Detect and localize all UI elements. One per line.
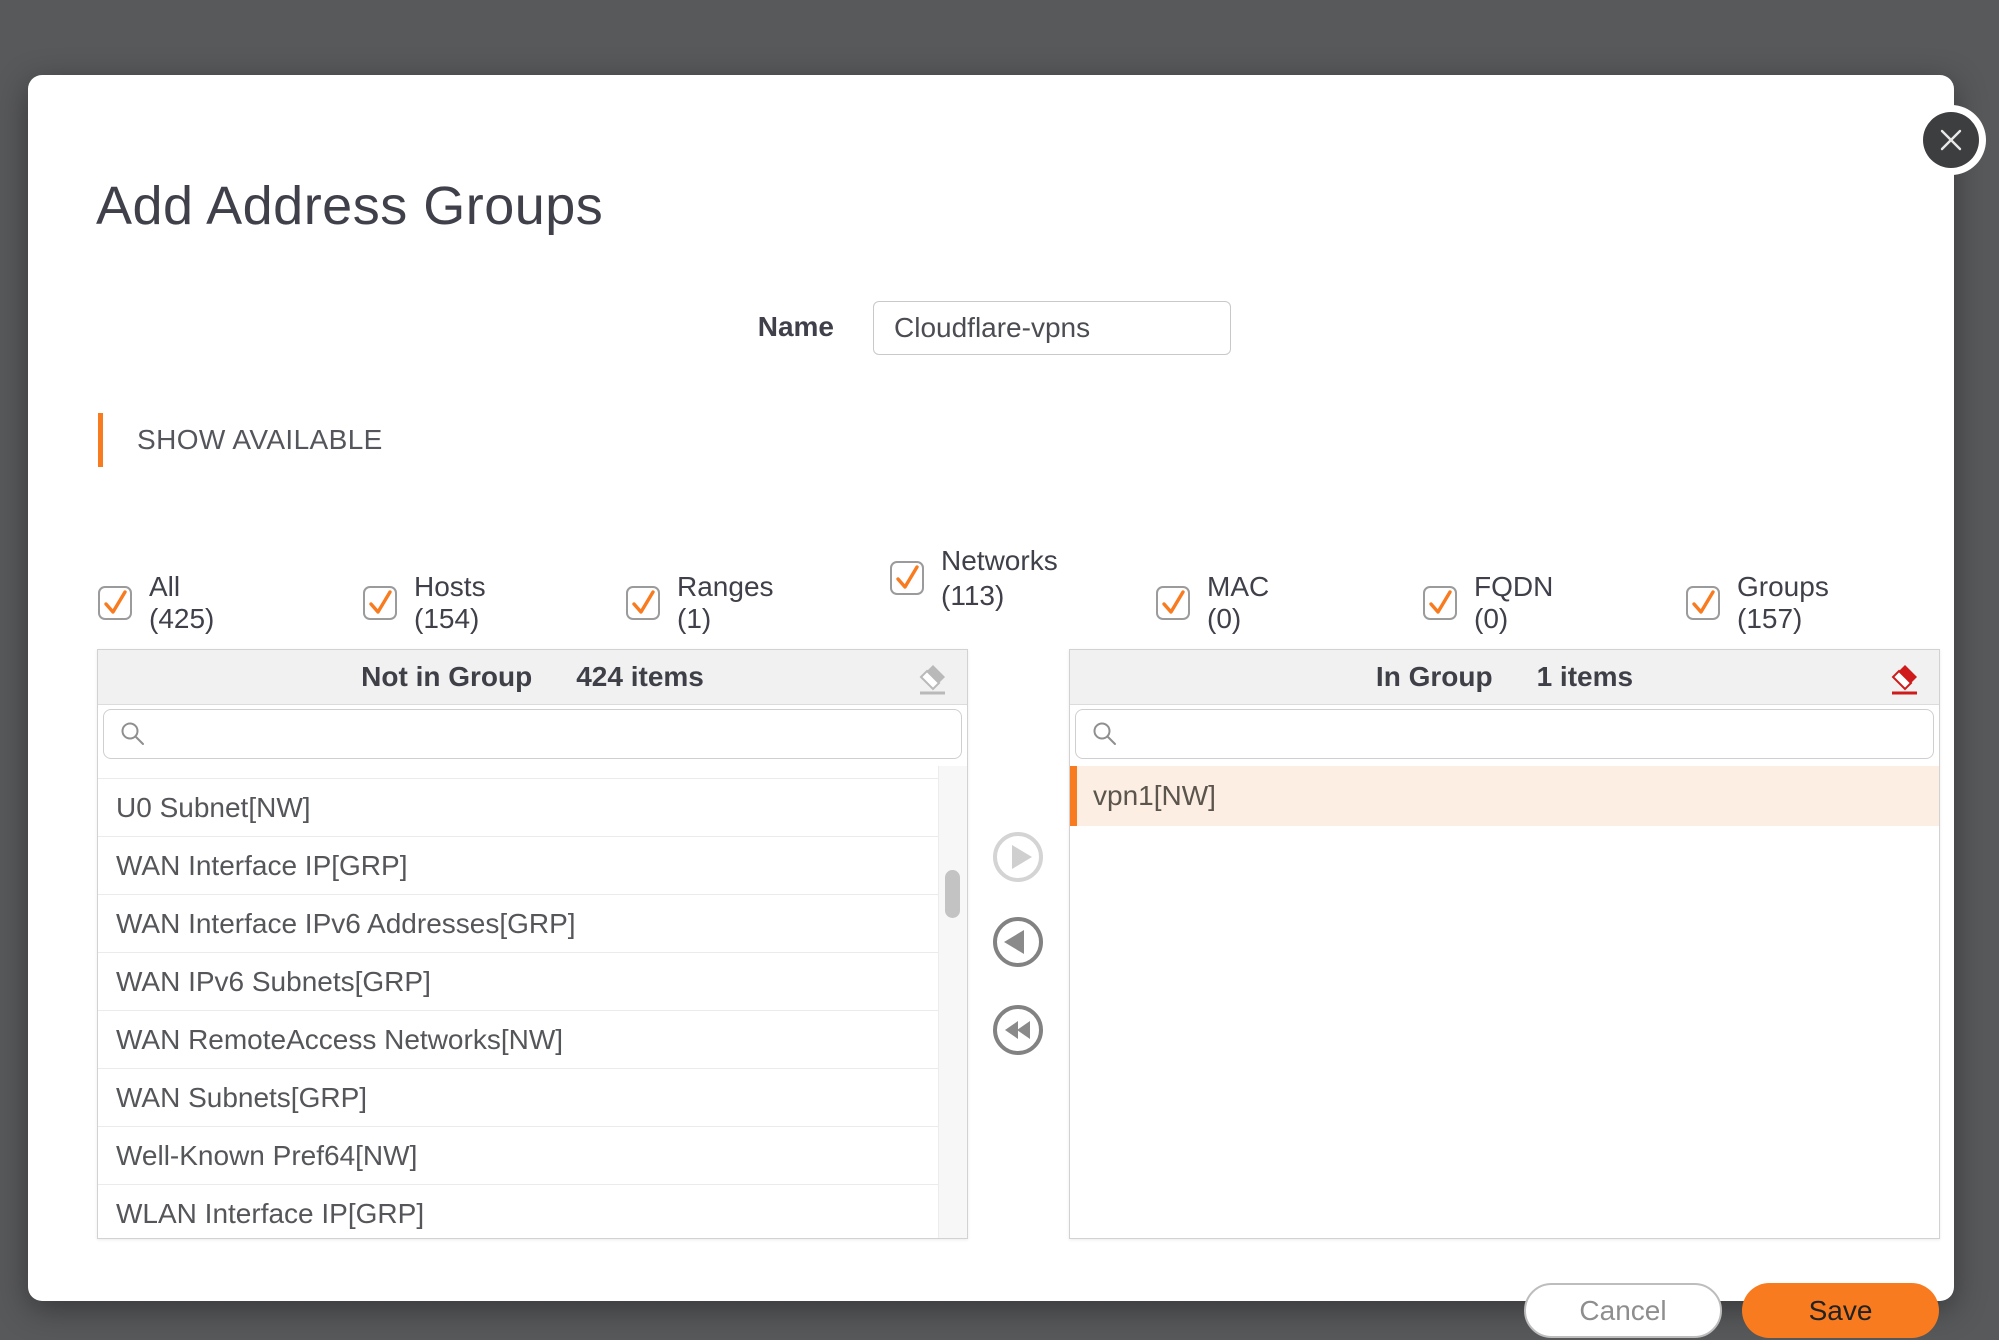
type-filter-checkbox-item: All (425) [98,571,214,635]
filter-label: All (425) [149,571,214,635]
in-group-header: In Group 1 items [1070,650,1939,705]
close-icon [1938,127,1964,153]
checkbox-checked[interactable] [1423,586,1457,620]
type-filter-checkbox-item: Networks (113) [890,543,1081,613]
list-item[interactable]: U0 Subnet[NW] [98,778,939,836]
clear-selection-button[interactable] [915,660,951,696]
move-left-button[interactable] [992,916,1044,968]
panel-title: Not in Group [361,661,532,693]
selected-list-item[interactable]: vpn1[NW] [1070,766,1939,826]
screen-overlay: Add Address Groups Name SHOW AVAILABLE A… [0,0,1999,1340]
name-field-label: Name [678,311,834,343]
checkbox-checked[interactable] [363,586,397,620]
close-button[interactable] [1923,112,1979,168]
checkbox-checked[interactable] [626,586,660,620]
in-group-list: vpn1[NW] [1070,766,1939,1238]
save-button[interactable]: Save [1742,1283,1939,1338]
filter-label: MAC (0) [1207,571,1269,635]
type-filter-checkbox-item: Ranges (1) [626,571,774,635]
not-in-group-searchbar [103,709,962,759]
arrow-right-icon [992,831,1044,883]
panel-title: In Group [1376,661,1493,693]
clear-group-button[interactable] [1887,660,1923,696]
type-filter-checkbox-item: MAC (0) [1156,571,1269,635]
move-right-button[interactable] [992,831,1044,883]
double-arrow-left-icon [992,1004,1044,1056]
type-filter-checkbox-item: FQDN (0) [1423,571,1553,635]
not-in-group-search-input[interactable] [148,710,961,758]
checkbox-checked[interactable] [98,586,132,620]
checkbox-checked[interactable] [890,561,924,595]
eraser-icon [915,661,951,695]
scrollbar-track [938,766,967,1238]
add-address-groups-dialog: Add Address Groups Name SHOW AVAILABLE A… [28,75,1954,1301]
search-icon [1090,719,1120,749]
arrow-left-icon [992,916,1044,968]
section-label: SHOW AVAILABLE [137,424,383,467]
panel-count: 424 items [576,661,704,693]
in-group-searchbar [1075,709,1934,759]
not-in-group-header: Not in Group 424 items [98,650,967,705]
type-filter-checkbox-item: Groups (157) [1686,571,1829,635]
name-input[interactable] [873,301,1231,355]
list-item[interactable]: WAN Interface IPv6 Addresses[GRP] [98,894,939,952]
list-item[interactable]: Well-Known Pref64[NW] [98,1126,939,1184]
filter-label: FQDN (0) [1474,571,1553,635]
list-item[interactable]: WAN Subnets[GRP] [98,1068,939,1126]
section-accent-bar [98,413,103,467]
panel-count: 1 items [1537,661,1634,693]
page-title: Add Address Groups [96,175,603,237]
eraser-icon-red [1887,661,1923,695]
in-group-search-input[interactable] [1120,710,1933,758]
checkbox-checked[interactable] [1156,586,1190,620]
filter-label: Groups (157) [1737,571,1829,635]
scrollbar-thumb[interactable] [945,870,960,918]
filter-label: Ranges (1) [677,571,774,635]
filter-label: Networks (113) [941,543,1081,613]
not-in-group-panel: Not in Group 424 items [97,649,968,1239]
checkbox-checked[interactable] [1686,586,1720,620]
move-all-left-button[interactable] [992,1004,1044,1056]
not-in-group-list: U0 Subnet[NW] WAN Interface IP[GRP] WAN … [98,766,939,1238]
list-item[interactable]: WAN IPv6 Subnets[GRP] [98,952,939,1010]
list-item[interactable]: WAN RemoteAccess Networks[NW] [98,1010,939,1068]
search-icon [118,719,148,749]
type-filter-checkbox-item: Hosts (154) [363,571,486,635]
in-group-panel: In Group 1 items [1069,649,1940,1239]
cancel-button[interactable]: Cancel [1524,1283,1722,1338]
filter-label: Hosts (154) [414,571,486,635]
list-item[interactable]: WLAN Interface IP[GRP] [98,1184,939,1238]
show-available-section: SHOW AVAILABLE [98,413,383,467]
list-top-spacer [98,766,939,778]
list-item[interactable]: WAN Interface IP[GRP] [98,836,939,894]
